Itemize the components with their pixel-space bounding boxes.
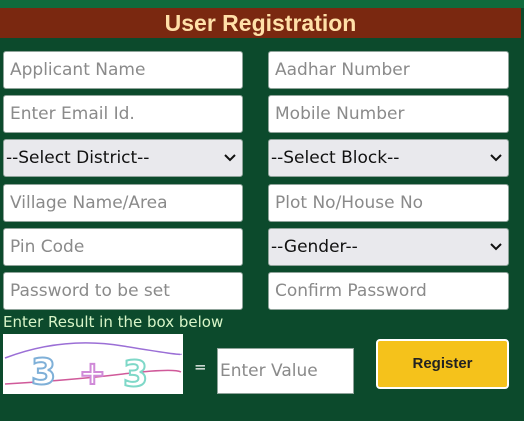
captcha-image: 3 + 3 xyxy=(3,334,183,396)
captcha-digit-2: 3 xyxy=(123,354,148,394)
plot-house-number-input[interactable]: Plot No/House No xyxy=(268,184,509,222)
chevron-down-icon xyxy=(490,229,502,265)
equals-sign: = xyxy=(194,358,207,376)
captcha-answer-input[interactable]: Enter Value xyxy=(217,348,354,394)
aadhar-number-input[interactable]: Aadhar Number xyxy=(268,51,509,89)
email-input[interactable]: Enter Email Id. xyxy=(3,95,243,133)
pin-code-input[interactable]: Pin Code xyxy=(3,228,243,266)
captcha-instruction: Enter Result in the box below xyxy=(3,313,224,331)
gender-select-value: --Gender-- xyxy=(271,237,358,257)
page-title: User Registration xyxy=(0,8,524,38)
district-select[interactable]: --Select District-- xyxy=(3,139,243,177)
chevron-down-icon xyxy=(224,140,236,176)
village-name-input[interactable]: Village Name/Area xyxy=(3,184,243,222)
captcha-operator: + xyxy=(79,354,106,392)
block-select[interactable]: --Select Block-- xyxy=(268,139,509,177)
block-select-value: --Select Block-- xyxy=(271,148,400,168)
chevron-down-icon xyxy=(490,140,502,176)
top-accent-bar xyxy=(0,0,524,8)
register-button[interactable]: Register xyxy=(376,339,509,389)
gender-select[interactable]: --Gender-- xyxy=(268,228,509,266)
mobile-number-input[interactable]: Mobile Number xyxy=(268,95,509,133)
password-input[interactable]: Password to be set xyxy=(3,272,243,310)
applicant-name-input[interactable]: Applicant Name xyxy=(3,51,243,89)
district-select-value: --Select District-- xyxy=(6,148,150,168)
captcha-digit-1: 3 xyxy=(31,352,56,393)
confirm-password-input[interactable]: Confirm Password xyxy=(268,272,509,310)
